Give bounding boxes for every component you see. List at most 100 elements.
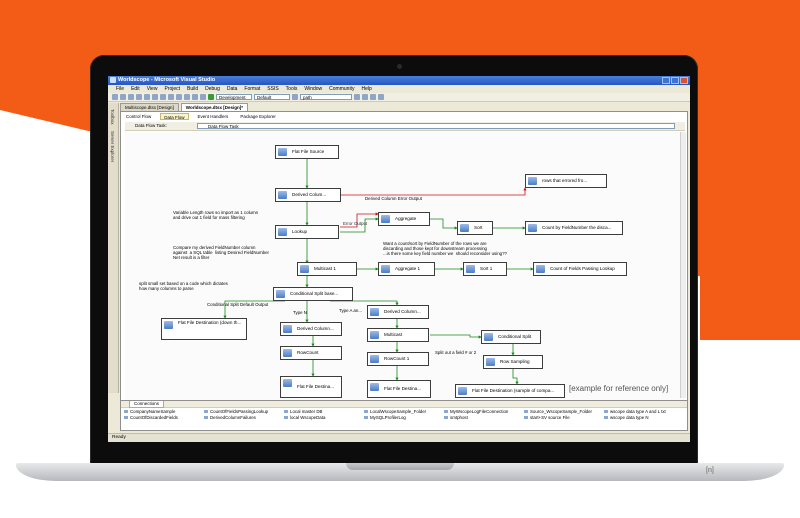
connections-panel: Connections CompanyNameSample CountOfFie… xyxy=(120,400,688,431)
comp-count-fields-lookup[interactable]: Count of Fields Passing Lookup xyxy=(533,262,627,276)
start-debug-icon[interactable] xyxy=(208,94,214,100)
comp-derived-column-1[interactable]: Derived Colum... xyxy=(275,188,341,202)
menu-ssis[interactable]: SSIS xyxy=(267,85,278,93)
platform-select[interactable]: Default xyxy=(254,94,290,100)
connection-item[interactable]: CountOfFieldsPassingLookup xyxy=(204,409,284,414)
note-want-count: Want a count/sort by FieldNumber of the … xyxy=(383,241,507,256)
server-explorer-tab[interactable]: Server Explorer xyxy=(110,131,115,162)
comp-derived-column-2[interactable]: Derived Column... xyxy=(280,322,342,336)
save-all-icon[interactable] xyxy=(144,94,150,100)
aggregate-icon xyxy=(381,265,390,273)
open-icon[interactable] xyxy=(128,94,134,100)
designer-tabs: Control Flow Data Flow Event Handlers Pa… xyxy=(123,113,279,120)
comp-rowcount[interactable]: RowCount xyxy=(280,346,342,360)
comp-rowcount-1[interactable]: RowCount 1 xyxy=(367,352,429,366)
object-browser-icon[interactable] xyxy=(378,94,384,100)
menu-window[interactable]: Window xyxy=(304,85,322,93)
aggregate-icon xyxy=(381,215,390,223)
rowcount-icon xyxy=(370,355,379,363)
menu-data[interactable]: Data xyxy=(227,85,238,93)
comp-row-sampling[interactable]: Row Sampling xyxy=(483,355,543,369)
save-icon[interactable] xyxy=(136,94,142,100)
menu-project[interactable]: Project xyxy=(164,85,180,93)
destination-icon xyxy=(528,224,537,232)
menu-edit[interactable]: Edit xyxy=(131,85,140,93)
add-item-icon[interactable] xyxy=(120,94,126,100)
menu-help[interactable]: Help xyxy=(361,85,371,93)
connection-item[interactable]: local WscopeData xyxy=(284,415,364,420)
connection-item[interactable]: Local master DB xyxy=(284,409,364,414)
comp-multicast-1[interactable]: Multicast 1 xyxy=(297,262,357,276)
toolbox-icon[interactable] xyxy=(370,94,376,100)
comp-flat-file-dest-sample[interactable]: Flat File Destination (sample of compa..… xyxy=(455,384,565,398)
status-text: Ready xyxy=(112,435,126,440)
close-icon[interactable] xyxy=(680,77,688,84)
comp-aggregate-1[interactable]: Aggregate 1 xyxy=(378,262,435,276)
tab-package-explorer[interactable]: Package Explorer xyxy=(237,113,279,120)
sort-icon xyxy=(466,265,475,273)
solution-explorer-icon[interactable] xyxy=(354,94,360,100)
comp-flat-file-source[interactable]: Flat File Source xyxy=(275,145,339,159)
menu-debug[interactable]: Debug xyxy=(205,85,220,93)
connection-item[interactable]: CompanyNameSample xyxy=(124,409,204,414)
connection-item[interactable]: MyWscopeLogFileConnection xyxy=(444,409,524,414)
tab-data-flow[interactable]: Data Flow xyxy=(160,113,189,120)
redo-icon[interactable] xyxy=(184,94,190,100)
properties-icon[interactable] xyxy=(362,94,368,100)
comp-conditional-split-base[interactable]: Conditional Split base... xyxy=(273,287,353,301)
reference-watermark: [example for reference only] xyxy=(569,384,669,393)
comp-conditional-split[interactable]: Conditional Split xyxy=(481,330,541,344)
cut-icon[interactable] xyxy=(152,94,158,100)
navigate-back-icon[interactable] xyxy=(192,94,198,100)
undo-icon[interactable] xyxy=(176,94,182,100)
minimize-icon[interactable] xyxy=(662,77,670,84)
comp-sort-1[interactable]: Sort 1 xyxy=(463,262,507,276)
comp-count-by-field[interactable]: Count by FieldNumber the disca... xyxy=(525,221,623,235)
navigate-forward-icon[interactable] xyxy=(200,94,206,100)
note-compare: Compare my derived FieldNumber column ag… xyxy=(173,245,269,260)
toolbox-tab[interactable]: Toolbox xyxy=(110,109,115,125)
canvas-vertical-scrollbar[interactable] xyxy=(680,132,686,398)
comp-flat-file-dest-down[interactable]: Flat File Destination (down th... xyxy=(161,318,247,340)
comp-lookup[interactable]: Lookup xyxy=(275,225,339,239)
comp-flat-file-dest-2[interactable]: Flat File Destina... xyxy=(367,380,431,398)
destination-icon xyxy=(164,321,173,329)
connections-tab[interactable]: Connections xyxy=(129,401,165,408)
tab-control-flow[interactable]: Control Flow xyxy=(123,113,154,120)
menu-file[interactable]: File xyxy=(116,85,124,93)
data-flow-canvas[interactable]: Flat File Source Derived Colum... rows t… xyxy=(125,132,685,400)
derived-column-icon xyxy=(283,325,292,333)
connection-item[interactable]: MySQLProfilerLog xyxy=(364,415,444,420)
connection-item[interactable]: smtphost xyxy=(444,415,524,420)
find-combo[interactable]: path xyxy=(300,94,352,100)
connection-item[interactable]: start+SV source File xyxy=(524,415,604,420)
comp-sort[interactable]: Sort xyxy=(457,221,493,235)
menu-tools[interactable]: Tools xyxy=(286,85,298,93)
new-project-icon[interactable] xyxy=(112,94,118,100)
connection-item[interactable]: wscope data type N xyxy=(604,415,684,420)
menu-format[interactable]: Format xyxy=(244,85,260,93)
comp-multicast[interactable]: Multicast xyxy=(367,328,429,342)
paste-icon[interactable] xyxy=(168,94,174,100)
menu-build[interactable]: Build xyxy=(187,85,198,93)
connection-item[interactable]: DerivedColumnFailures xyxy=(204,415,284,420)
menu-view[interactable]: View xyxy=(147,85,158,93)
find-icon[interactable] xyxy=(292,94,298,100)
maximize-icon[interactable] xyxy=(671,77,679,84)
connection-item[interactable]: Source_WscopeSample_Folder xyxy=(524,409,604,414)
comp-rows-errored[interactable]: rows that errored fro... xyxy=(525,174,607,188)
flow-multicast2-split xyxy=(430,334,482,339)
connection-item[interactable]: CountOfDiscardedFields xyxy=(124,415,204,420)
connection-item[interactable]: wscope data type A and L txt xyxy=(604,409,684,414)
configuration-select[interactable]: Development xyxy=(216,94,252,100)
tab-event-handlers[interactable]: Event Handlers xyxy=(195,113,232,120)
menu-community[interactable]: Community xyxy=(329,85,354,93)
copy-icon[interactable] xyxy=(160,94,166,100)
comp-flat-file-dest-1[interactable]: Flat File Destina... xyxy=(280,376,342,398)
connection-item[interactable]: LocalWscopeSample_Folder xyxy=(364,409,444,414)
comp-aggregate[interactable]: Aggregate xyxy=(378,212,430,226)
comp-derived-column-3[interactable]: Derived Column... xyxy=(367,305,429,319)
standard-toolbar: Development Default path xyxy=(108,93,690,102)
data-flow-task-select[interactable]: Data Flow Task xyxy=(197,123,675,129)
menu-bar: File Edit View Project Build Debug Data … xyxy=(108,85,690,93)
